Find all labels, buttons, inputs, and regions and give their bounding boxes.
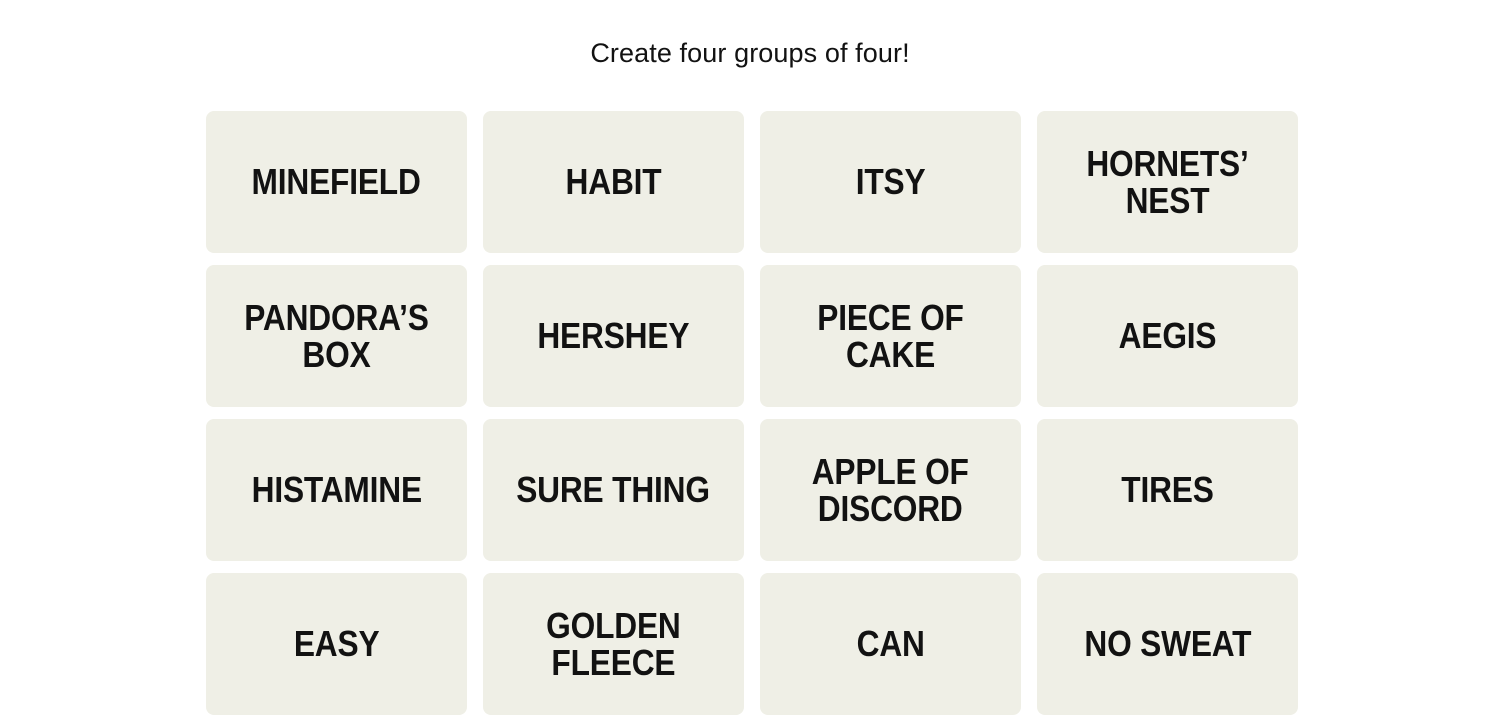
word-tile-label: HISTAMINE: [251, 469, 422, 511]
word-tile-label: HERSHEY: [537, 315, 690, 357]
word-tile-label: PIECE OF CAKE: [817, 296, 964, 375]
word-tile[interactable]: PANDORA’S BOX: [206, 265, 467, 407]
word-tile-label: HABIT: [565, 161, 662, 203]
word-tile[interactable]: SURE THING: [483, 419, 744, 561]
word-tile[interactable]: TIRES: [1037, 419, 1298, 561]
word-tile[interactable]: NO SWEAT: [1037, 573, 1298, 715]
word-tile[interactable]: HABIT: [483, 111, 744, 253]
page-title: Create four groups of four!: [590, 38, 910, 68]
puzzle-grid: MINEFIELD HABIT ITSY HORNETS’ NEST PANDO…: [206, 111, 1298, 715]
word-tile-label: HORNETS’ NEST: [1086, 142, 1249, 221]
word-tile[interactable]: APPLE OF DISCORD: [760, 419, 1021, 561]
word-tile-label: ITSY: [855, 161, 926, 203]
word-tile-label: SURE THING: [516, 469, 711, 511]
word-tile[interactable]: AEGIS: [1037, 265, 1298, 407]
word-tile[interactable]: HISTAMINE: [206, 419, 467, 561]
connections-puzzle-page: Create four groups of four! MINEFIELD HA…: [0, 0, 1500, 725]
word-tile[interactable]: EASY: [206, 573, 467, 715]
word-tile-label: GOLDEN FLEECE: [546, 604, 681, 683]
word-tile-label: NO SWEAT: [1084, 623, 1251, 665]
word-tile[interactable]: HORNETS’ NEST: [1037, 111, 1298, 253]
word-tile-label: MINEFIELD: [251, 161, 422, 203]
word-tile[interactable]: GOLDEN FLEECE: [483, 573, 744, 715]
word-tile-label: APPLE OF DISCORD: [811, 450, 969, 529]
word-tile-label: AEGIS: [1118, 315, 1217, 357]
word-tile[interactable]: ITSY: [760, 111, 1021, 253]
word-tile[interactable]: CAN: [760, 573, 1021, 715]
word-tile-label: TIRES: [1121, 469, 1214, 511]
word-tile-label: PANDORA’S BOX: [244, 296, 429, 375]
word-tile[interactable]: HERSHEY: [483, 265, 744, 407]
word-tile[interactable]: MINEFIELD: [206, 111, 467, 253]
word-tile[interactable]: PIECE OF CAKE: [760, 265, 1021, 407]
word-tile-label: EASY: [293, 623, 380, 665]
word-tile-label: CAN: [856, 623, 925, 665]
